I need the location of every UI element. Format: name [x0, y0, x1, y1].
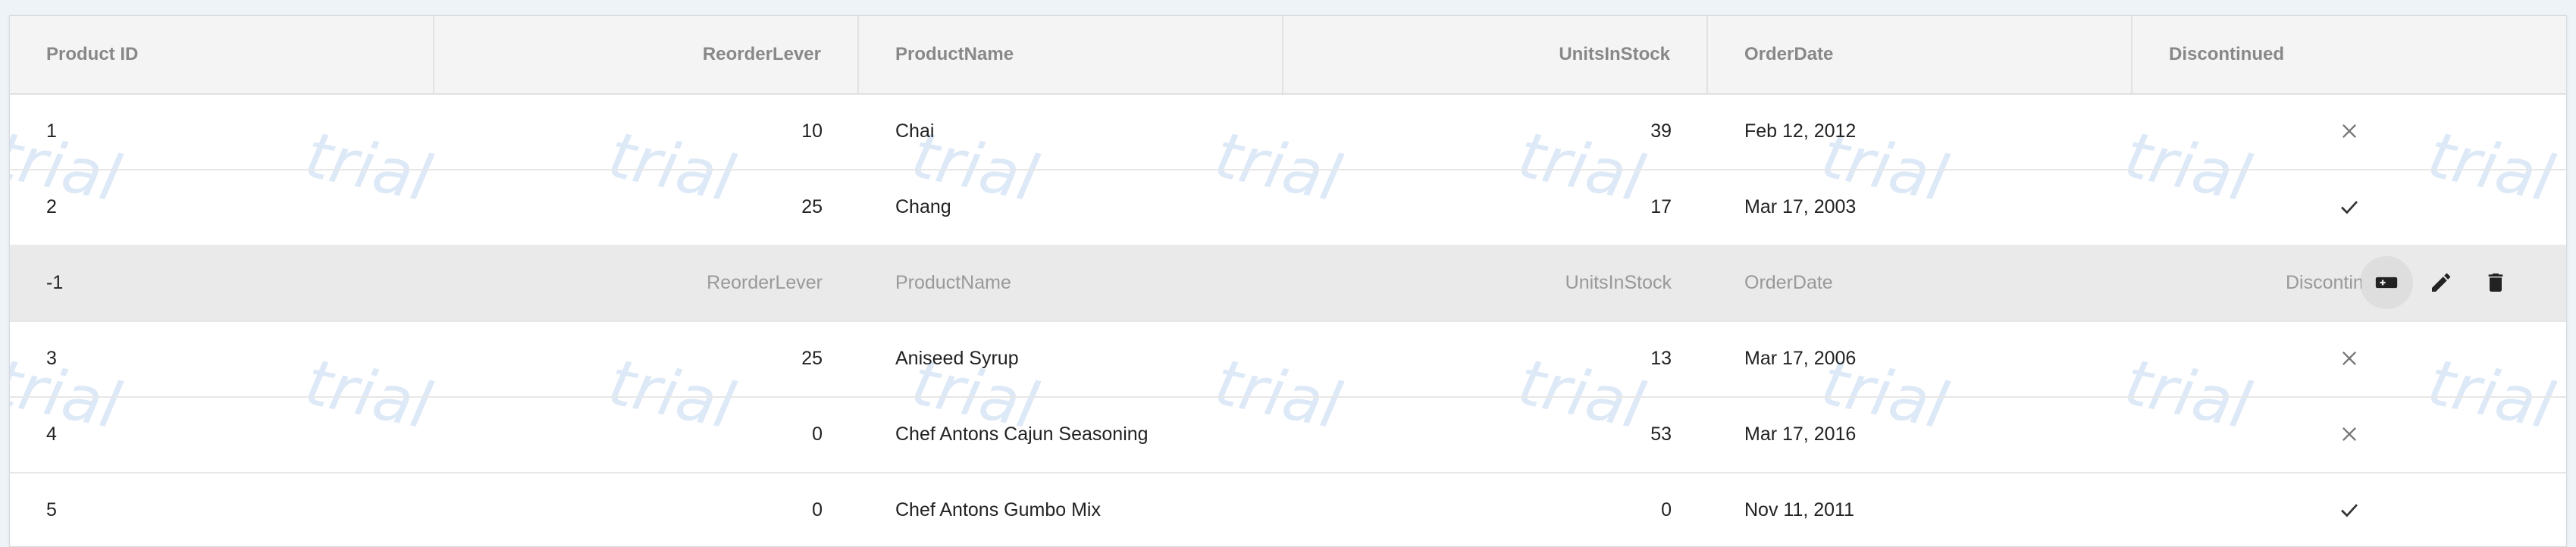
data-grid: trial trial trial trial trial trial tria… [9, 15, 2567, 547]
cell-reorder-lever: 25 [801, 347, 823, 369]
table-row[interactable]: 2 25 Chang 17 Mar 17, 2003 [10, 169, 2566, 246]
cell-product-id: 1 [46, 120, 57, 142]
order-date-input[interactable]: OrderDate [1708, 245, 2133, 320]
cell-reorder-lever: 10 [801, 120, 823, 142]
new-row-editor[interactable]: -1 ReorderLever ProductName UnitsInStock… [10, 245, 2566, 322]
cell-product-name: Chef Antons Gumbo Mix [895, 499, 1101, 520]
column-header-product-id[interactable]: Product ID [10, 16, 434, 93]
column-header-units-in-stock[interactable]: UnitsInStock [1283, 16, 1708, 93]
cell-product-id: 2 [46, 195, 57, 217]
cell-product-name: Chai [895, 120, 935, 142]
cell-units-in-stock: 53 [1650, 423, 1672, 445]
cell-reorder-lever: 0 [812, 499, 823, 520]
cell-product-id: -1 [46, 271, 64, 293]
column-header-order-date[interactable]: OrderDate [1708, 16, 2133, 93]
cell-discontinued [2133, 93, 2566, 169]
cell-discontinued [2133, 320, 2566, 396]
cell-product-id: 3 [46, 347, 57, 369]
product-name-input[interactable]: ProductName [859, 245, 1283, 320]
units-in-stock-input[interactable]: UnitsInStock [1283, 245, 1708, 320]
table-row[interactable]: 3 25 Aniseed Syrup 13 Mar 17, 2006 [10, 320, 2566, 398]
discontinued-placeholder: Discontinued [2286, 271, 2361, 293]
cell-discontinued [2133, 169, 2566, 245]
cell-units-in-stock: 13 [1650, 347, 1672, 369]
cell-discontinued [2133, 472, 2566, 546]
close-icon [2343, 352, 2356, 365]
discontinued-input[interactable]: Discontinued [2133, 245, 2566, 320]
cell-order-date: Mar 17, 2003 [1744, 195, 1857, 217]
cell-product-name: Aniseed Syrup [895, 347, 1019, 369]
table-row[interactable]: 1 10 Chai 39 Feb 12, 2012 [10, 93, 2566, 170]
table-row[interactable]: 5 0 Chef Antons Gumbo Mix 0 Nov 11, 2011 [10, 472, 2566, 546]
check-icon [2341, 504, 2358, 517]
cell-product-name: Chef Antons Cajun Seasoning [895, 423, 1149, 445]
grid-header: Product ID ReorderLever ProductName Unit… [10, 16, 2566, 95]
reorder-lever-input[interactable]: ReorderLever [434, 245, 859, 320]
cell-order-date: Mar 17, 2016 [1744, 423, 1857, 445]
column-header-product-name[interactable]: ProductName [859, 16, 1283, 93]
column-header-discontinued[interactable]: Discontinued [2133, 16, 2566, 93]
cell-product-name: Chang [895, 195, 951, 217]
cell-product-id: 5 [46, 499, 57, 520]
cell-units-in-stock: 39 [1650, 120, 1672, 142]
cell-units-in-stock: 17 [1650, 195, 1672, 217]
column-header-reorder-lever[interactable]: ReorderLever [434, 16, 859, 93]
cell-order-date: Nov 11, 2011 [1744, 499, 1855, 520]
cell-discontinued [2133, 396, 2566, 472]
cell-order-date: Mar 17, 2006 [1744, 347, 1857, 369]
cell-order-date: Feb 12, 2012 [1744, 120, 1857, 142]
cell-reorder-lever: 25 [801, 195, 823, 217]
cell-reorder-lever: 0 [812, 423, 823, 445]
cell-units-in-stock: 0 [1661, 499, 1672, 520]
cell-product-id: 4 [46, 423, 57, 445]
close-icon [2343, 124, 2356, 138]
close-icon [2343, 427, 2356, 441]
table-row[interactable]: 4 0 Chef Antons Cajun Seasoning 53 Mar 1… [10, 396, 2566, 474]
check-icon [2341, 201, 2358, 214]
